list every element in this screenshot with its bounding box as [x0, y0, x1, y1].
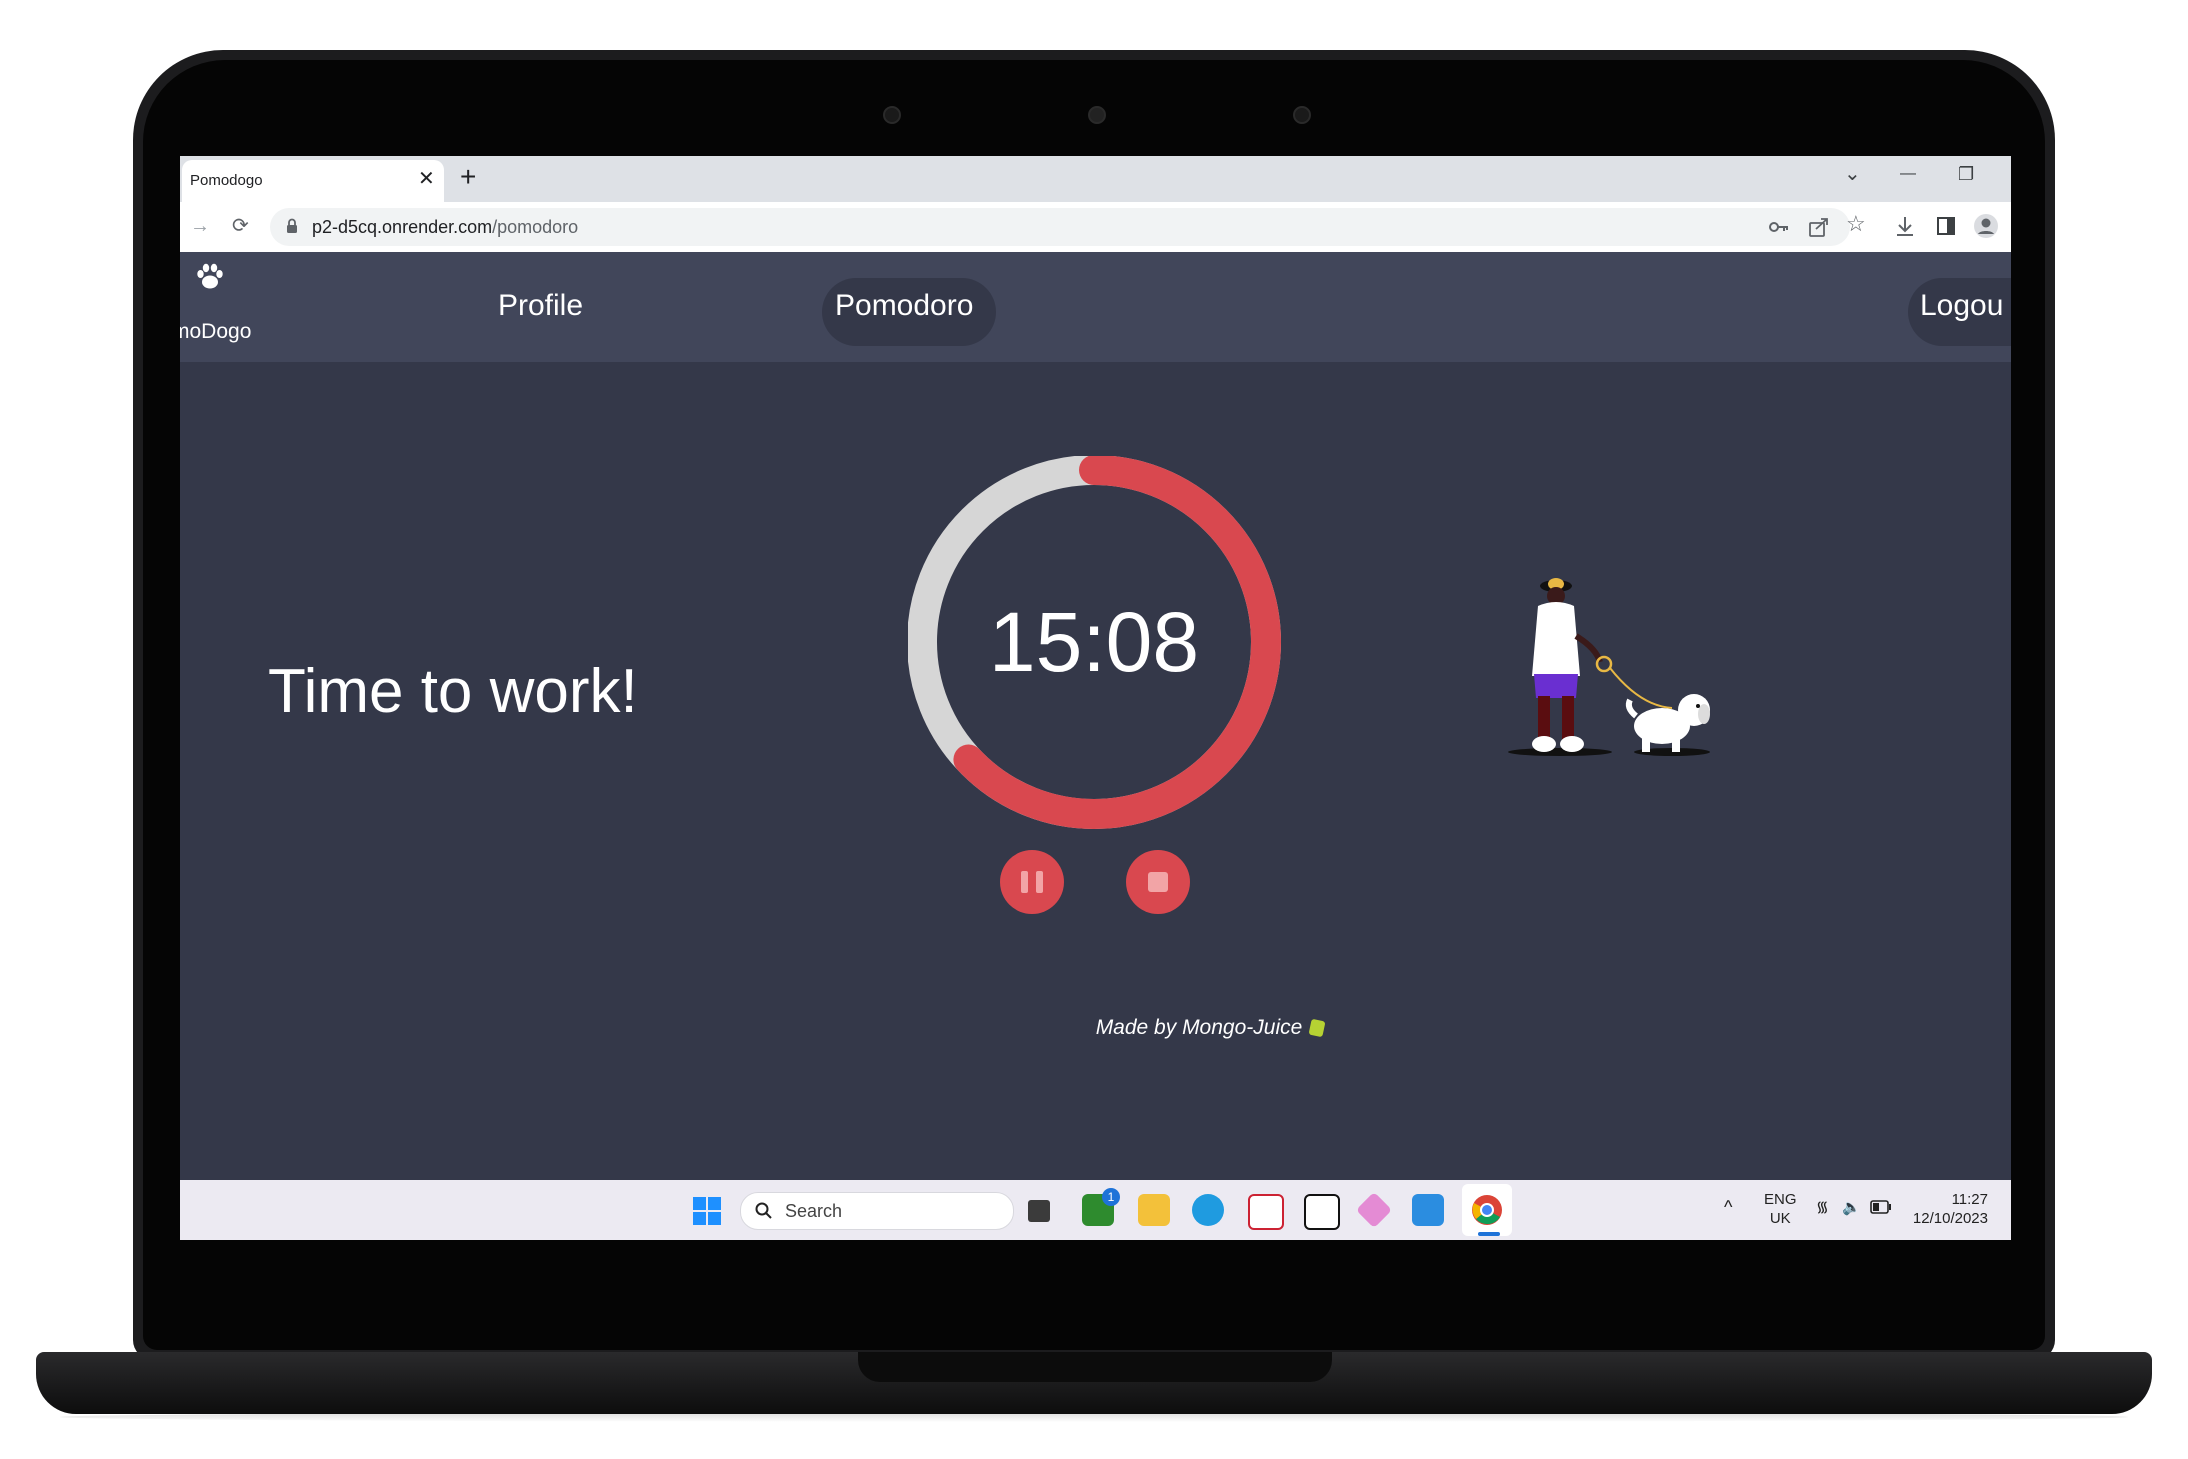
browser-tab[interactable]: Pomodogo ✕	[182, 160, 444, 202]
lang-top: ENG	[1764, 1191, 1797, 1208]
pause-icon	[1021, 871, 1028, 893]
webcam	[1088, 106, 1106, 124]
laptop-notch	[858, 1352, 1332, 1382]
notification-badge: 1	[1102, 1188, 1120, 1206]
clock-date: 12/10/2023	[1912, 1210, 1988, 1227]
lock-icon	[287, 218, 297, 233]
app-navbar: moDogo Profile Pomodoro Logou	[180, 252, 2011, 362]
search-label: Search	[785, 1201, 843, 1221]
windows-start-icon[interactable]	[692, 1196, 722, 1226]
forward-icon[interactable]: →	[190, 214, 210, 238]
slack-icon[interactable]	[1248, 1194, 1284, 1230]
notion-icon[interactable]	[1304, 1194, 1340, 1230]
url-text: p2-d5cq.onrender.com/pomodoro	[312, 217, 578, 238]
edge-browser-icon[interactable]	[1192, 1194, 1224, 1226]
status-headline: Time to work!	[268, 657, 638, 726]
browser-tab-strip: Pomodogo ✕ + ⌄ — ❐	[180, 156, 2011, 202]
active-app-indicator	[1478, 1232, 1500, 1236]
restore-button[interactable]: ❐	[1958, 162, 1974, 186]
sensor-dot	[883, 106, 901, 124]
chrome-icon[interactable]	[1471, 1194, 1503, 1226]
screen: Pomodogo ✕ + ⌄ — ❐ → ⟳ p2-d5cq.onrender.…	[180, 156, 2011, 1240]
pause-icon	[1036, 871, 1043, 893]
file-explorer-icon[interactable]	[1138, 1194, 1170, 1226]
lang-bottom: UK	[1769, 1210, 1791, 1227]
address-bar[interactable]: p2-d5cq.onrender.com/pomodoro	[270, 208, 1850, 246]
tab-close-icon[interactable]: ✕	[418, 169, 435, 189]
tab-title: Pomodogo	[190, 172, 263, 189]
new-tab-button[interactable]: +	[460, 162, 476, 192]
timer-display: 15:08	[988, 595, 1200, 689]
reload-icon[interactable]: ⟳	[232, 214, 249, 238]
task-view-icon[interactable]	[1028, 1200, 1050, 1222]
windows-taskbar: Search 1 ^ ENG UK ᯾ 🔈 11:27 12/10/2023	[180, 1180, 2011, 1240]
download-icon[interactable]	[1894, 215, 1916, 237]
language-indicator[interactable]: ENG UK	[1764, 1190, 1797, 1228]
pause-button[interactable]	[1000, 850, 1064, 914]
volume-icon[interactable]: 🔈	[1842, 1198, 1861, 1217]
sensor-dot	[1293, 106, 1311, 124]
clock[interactable]: 11:27 12/10/2023	[1910, 1190, 1988, 1228]
search-icon	[755, 1202, 772, 1219]
nav-link-logout[interactable]: Logou	[1920, 288, 2003, 324]
paw-icon[interactable]	[194, 260, 226, 292]
dog-walker-illustration	[1508, 578, 1710, 756]
vscode-icon[interactable]	[1412, 1194, 1444, 1226]
star-icon[interactable]: ☆	[1846, 212, 1866, 236]
brand-name[interactable]: moDogo	[180, 320, 251, 344]
tab-search-icon[interactable]: ⌄	[1844, 162, 1861, 186]
footer-text: Made by Mongo-Juice	[1095, 1016, 1303, 1039]
browser-toolbar: → ⟳ p2-d5cq.onrender.com/pomodoro ☆	[180, 202, 2011, 252]
wifi-icon[interactable]: ᯾	[1816, 1198, 1829, 1217]
nav-link-profile[interactable]: Profile	[498, 288, 583, 324]
chevron-up-icon[interactable]: ^	[1724, 1198, 1732, 1217]
key-icon[interactable]	[1768, 217, 1790, 237]
minimize-button[interactable]: —	[1900, 162, 1916, 186]
battery-icon[interactable]	[1870, 1200, 1892, 1214]
share-icon[interactable]	[1808, 216, 1830, 238]
footer-credit: Made by Mongo-Juice	[880, 1016, 1540, 1040]
sidepanel-icon[interactable]	[1936, 216, 1956, 236]
juice-box-icon	[1308, 1018, 1326, 1038]
stop-icon	[1148, 872, 1168, 892]
git-kraken-icon[interactable]	[1355, 1191, 1393, 1229]
stop-button[interactable]	[1126, 850, 1190, 914]
taskbar-search[interactable]: Search	[740, 1192, 1014, 1230]
nav-link-pomodoro[interactable]: Pomodoro	[835, 288, 973, 324]
url-path: /pomodoro	[492, 217, 579, 237]
profile-icon[interactable]	[1974, 214, 1998, 238]
url-domain: p2-d5cq.onrender.com	[312, 217, 493, 237]
clock-time: 11:27	[1951, 1191, 1988, 1208]
